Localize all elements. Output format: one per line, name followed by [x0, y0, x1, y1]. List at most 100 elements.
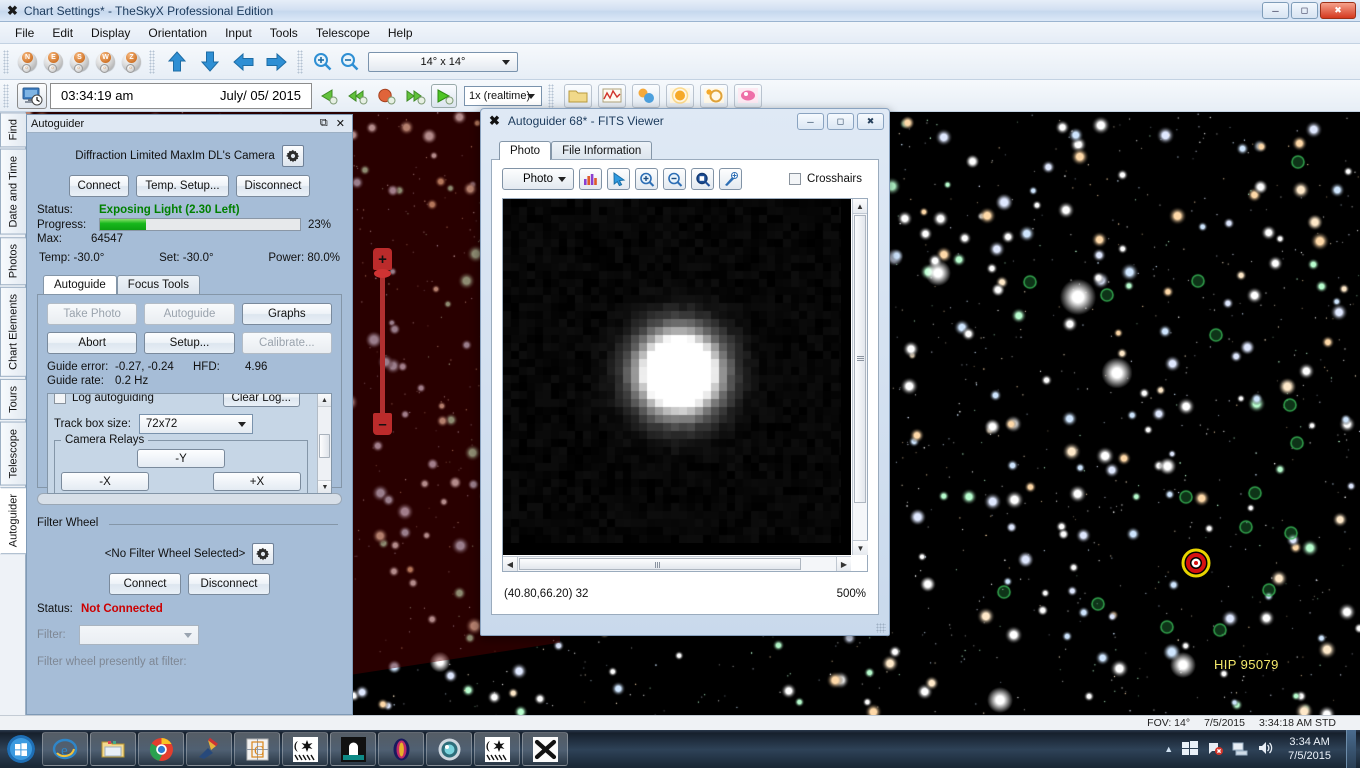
zoom-in-icon[interactable] — [310, 50, 334, 74]
pan-up-button[interactable] — [162, 49, 192, 75]
volume-icon[interactable] — [1257, 740, 1273, 759]
menu-input[interactable]: Input — [216, 23, 261, 43]
tab-focus-tools[interactable]: Focus Tools — [117, 275, 200, 294]
gear-icon[interactable] — [252, 543, 274, 565]
close-button[interactable]: ✖ — [1320, 2, 1356, 19]
scrollbar-thumb[interactable] — [519, 558, 801, 570]
resize-grip[interactable] — [876, 623, 886, 633]
sun-button[interactable] — [666, 84, 694, 108]
pan-left-button[interactable] — [228, 49, 258, 75]
maximdl-icon[interactable] — [282, 732, 328, 766]
menu-help[interactable]: Help — [379, 23, 422, 43]
undock-icon[interactable]: ⧉ — [320, 117, 328, 130]
autoguide-options-scroll-area[interactable]: Log autoguiding Clear Log... Track box s… — [47, 393, 332, 494]
toolbar-grip[interactable] — [149, 50, 155, 74]
sidebar-item-photos[interactable]: Photos — [0, 237, 26, 285]
zoom-region-icon[interactable] — [691, 168, 714, 190]
calibrate-button[interactable]: Calibrate... — [242, 332, 332, 354]
tab-file-information[interactable]: File Information — [551, 141, 652, 160]
menu-display[interactable]: Display — [82, 23, 139, 43]
setup-button[interactable]: Setup... — [144, 332, 234, 354]
toolbar-grip[interactable] — [548, 84, 554, 108]
menu-orientation[interactable]: Orientation — [139, 23, 216, 43]
taskbar-clock[interactable]: 3:34 AM 7/5/2015 — [1282, 735, 1337, 763]
scrollbar-thumb[interactable] — [319, 434, 330, 458]
fits-vertical-scrollbar[interactable]: ▲ ▼ — [852, 199, 867, 555]
filter-wheel-connect-button[interactable]: Connect — [109, 573, 181, 595]
menu-file[interactable]: File — [6, 23, 43, 43]
filter-wheel-disconnect-button[interactable]: Disconnect — [188, 573, 270, 595]
dome-control-icon[interactable] — [330, 732, 376, 766]
scrollbar-thumb[interactable] — [854, 215, 866, 503]
windows-flag-icon[interactable] — [1182, 740, 1198, 759]
autoguide-options-vertical-scrollbar[interactable]: ▲ ▼ — [317, 394, 331, 493]
stop-button[interactable] — [373, 84, 399, 108]
crosshairs-checkbox[interactable] — [789, 173, 801, 185]
gear-icon[interactable] — [282, 145, 304, 167]
autoguide-horizontal-scrollbar[interactable] — [37, 493, 342, 505]
zoom-slider-minus-button[interactable]: – — [373, 413, 392, 435]
orientation-zenith-button[interactable]: Z☼ — [120, 50, 143, 74]
zoom-slider-plus-button[interactable]: + — [373, 248, 392, 270]
chart-zoom-slider[interactable]: + – — [373, 248, 391, 434]
spectra-button[interactable] — [598, 84, 626, 108]
clear-log-button[interactable]: Clear Log... — [223, 393, 300, 407]
open-sky-image-button[interactable] — [564, 84, 592, 108]
relay-minus-x-button[interactable]: -X — [61, 472, 149, 491]
abort-button[interactable]: Abort — [47, 332, 137, 354]
scroll-down-icon[interactable]: ▼ — [318, 480, 332, 493]
toolbar-grip[interactable] — [3, 84, 9, 108]
sidebar-item-telescope[interactable]: Telescope — [0, 422, 26, 486]
filter-combo[interactable] — [79, 625, 199, 645]
take-photo-button[interactable]: Take Photo — [47, 303, 137, 325]
sidebar-item-date-and-time[interactable]: Date and Time — [0, 149, 26, 235]
toolbar-grip[interactable] — [3, 50, 9, 74]
menu-edit[interactable]: Edit — [43, 23, 82, 43]
show-hidden-icons-icon[interactable]: ▲ — [1164, 744, 1173, 754]
google-chrome-icon[interactable] — [138, 732, 184, 766]
log-autoguiding-checkbox[interactable] — [54, 393, 66, 404]
star-label[interactable]: HIP 95079 — [1214, 657, 1279, 672]
sidebar-item-autoguider[interactable]: Autoguider — [0, 487, 26, 554]
field-of-view-combo[interactable]: 14° x 14° — [368, 52, 518, 72]
magic-wand-icon[interactable] — [719, 168, 742, 190]
orientation-south-button[interactable]: S☼ — [68, 50, 91, 74]
scroll-right-icon[interactable]: ▶ — [836, 557, 851, 571]
date-time-field[interactable]: 03:34:19 am July/ 05/ 2015 — [50, 83, 312, 109]
camera-temp-setup-button[interactable]: Temp. Setup... — [136, 175, 228, 197]
pan-right-button[interactable] — [261, 49, 291, 75]
zoom-slider-thumb[interactable] — [374, 269, 391, 278]
zoom-out-icon[interactable] — [663, 168, 686, 190]
fits-maximize-button[interactable]: ◻ — [827, 113, 854, 130]
network-icon[interactable] — [1232, 740, 1248, 759]
zoom-out-icon[interactable] — [337, 50, 361, 74]
camera-connect-button[interactable]: Connect — [69, 175, 130, 197]
tab-photo[interactable]: Photo — [499, 141, 551, 160]
maximize-button[interactable]: ◻ — [1291, 2, 1318, 19]
planets-button[interactable] — [632, 84, 660, 108]
sidebar-item-tours[interactable]: Tours — [0, 379, 26, 420]
maximdl-2-icon[interactable] — [474, 732, 520, 766]
internet-explorer-icon[interactable]: e — [42, 732, 88, 766]
autoguide-button[interactable]: Autoguide — [144, 303, 234, 325]
scroll-down-icon[interactable]: ▼ — [853, 540, 868, 555]
set-time-icon[interactable] — [17, 83, 47, 109]
menu-telescope[interactable]: Telescope — [307, 23, 379, 43]
zoom-in-icon[interactable] — [635, 168, 658, 190]
histogram-icon[interactable] — [579, 168, 602, 190]
track-box-size-combo[interactable]: 72x72 — [139, 414, 253, 434]
tab-autoguide[interactable]: Autoguide — [43, 275, 117, 294]
pointer-icon[interactable] — [607, 168, 630, 190]
orientation-north-button[interactable]: N☼ — [16, 50, 39, 74]
close-icon[interactable]: ✕ — [336, 117, 345, 130]
scroll-up-icon[interactable]: ▲ — [318, 394, 331, 407]
crosshairs-control[interactable]: Crosshairs — [789, 173, 868, 185]
relay-plus-x-button[interactable]: +X — [213, 472, 301, 491]
theskyx-icon[interactable] — [522, 732, 568, 766]
scroll-left-icon[interactable]: ◀ — [503, 557, 518, 571]
pan-down-button[interactable] — [195, 49, 225, 75]
minimize-button[interactable]: ─ — [1262, 2, 1289, 19]
step-back-button[interactable] — [315, 84, 341, 108]
sidebar-item-chart-elements[interactable]: Chart Elements — [0, 287, 26, 377]
scroll-up-icon[interactable]: ▲ — [853, 199, 867, 214]
